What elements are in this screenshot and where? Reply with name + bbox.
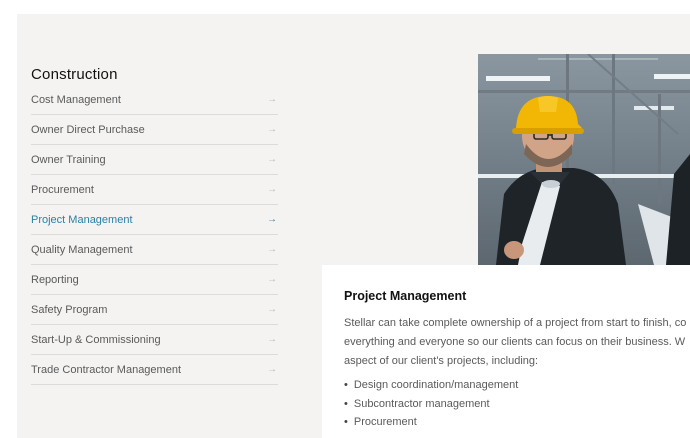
- detail-title: Project Management: [344, 289, 467, 303]
- menu-item-label: Project Management: [31, 213, 133, 226]
- menu-item-project-management[interactable]: Project Management →: [31, 205, 278, 235]
- menu-item-quality-management[interactable]: Quality Management →: [31, 235, 278, 265]
- section-title: Construction: [31, 66, 118, 84]
- arrow-right-icon: →: [267, 124, 277, 135]
- menu-item-procurement[interactable]: Procurement →: [31, 175, 278, 205]
- description-line: everything and everyone so our clients c…: [344, 336, 686, 348]
- menu-item-cost-management[interactable]: Cost Management →: [31, 85, 278, 115]
- description-line: Stellar can take complete ownership of a…: [344, 317, 687, 329]
- list-item: Subcontractor management: [344, 395, 518, 414]
- arrow-right-icon: →: [267, 184, 277, 195]
- list-item: Procurement: [344, 413, 518, 432]
- detail-card: Project Management Stellar can take comp…: [322, 265, 690, 438]
- arrow-right-icon: →: [267, 304, 277, 315]
- arrow-right-icon: →: [267, 154, 277, 165]
- menu-item-label: Procurement: [31, 183, 94, 196]
- arrow-right-icon: →: [267, 214, 277, 225]
- menu-item-label: Quality Management: [31, 243, 133, 256]
- menu-item-label: Safety Program: [31, 303, 108, 316]
- arrow-right-icon: →: [267, 334, 277, 345]
- menu-item-label: Start-Up & Commissioning: [31, 333, 161, 346]
- menu-item-owner-training[interactable]: Owner Training →: [31, 145, 278, 175]
- service-menu: Cost Management → Owner Direct Purchase …: [31, 85, 278, 385]
- menu-item-label: Owner Direct Purchase: [31, 123, 145, 136]
- menu-item-start-up-commissioning[interactable]: Start-Up & Commissioning →: [31, 325, 278, 355]
- list-item: Design coordination/management: [344, 376, 519, 395]
- detail-description: Stellar can take complete ownership of a…: [344, 314, 690, 371]
- menu-item-label: Owner Training: [31, 153, 106, 166]
- arrow-right-icon: →: [267, 274, 277, 285]
- description-line: aspect of our client's projects, includi…: [344, 355, 539, 367]
- construction-worker-photo: [478, 54, 690, 265]
- arrow-right-icon: →: [267, 364, 277, 375]
- menu-item-safety-program[interactable]: Safety Program →: [31, 295, 278, 325]
- feature-list: Design coordination/management Subcontra…: [344, 376, 519, 432]
- menu-item-trade-contractor-management[interactable]: Trade Contractor Management →: [31, 355, 278, 385]
- menu-item-label: Cost Management: [31, 93, 121, 106]
- menu-item-label: Trade Contractor Management: [31, 363, 181, 376]
- menu-item-label: Reporting: [31, 273, 79, 286]
- menu-item-reporting[interactable]: Reporting →: [31, 265, 278, 295]
- arrow-right-icon: →: [267, 244, 277, 255]
- menu-item-owner-direct-purchase[interactable]: Owner Direct Purchase →: [31, 115, 278, 145]
- arrow-right-icon: →: [267, 94, 277, 105]
- worker-illustration: [478, 54, 690, 265]
